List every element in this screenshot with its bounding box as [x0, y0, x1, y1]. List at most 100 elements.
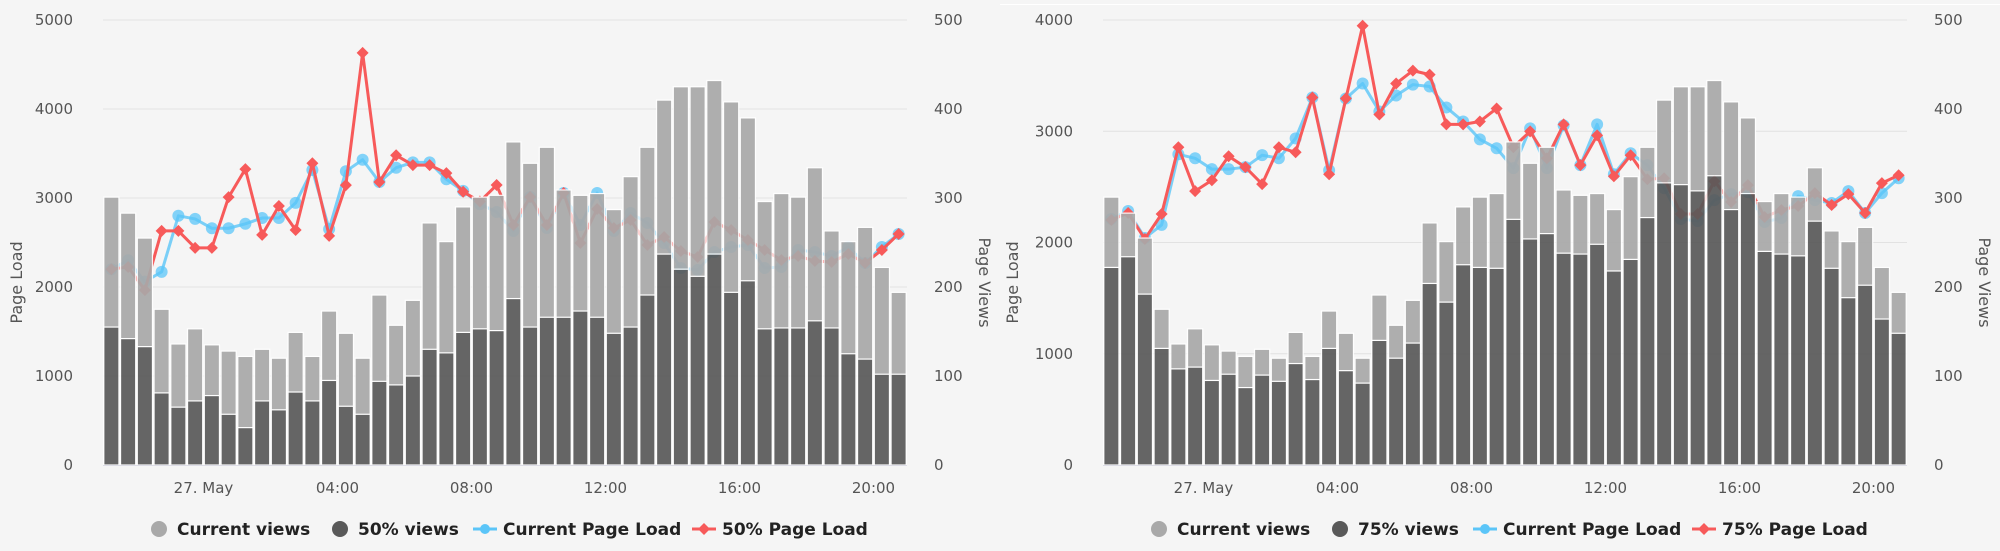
- pct-views-bar[interactable]: [1689, 190, 1706, 466]
- pct-views-bar[interactable]: [1789, 255, 1807, 466]
- pct-views-bar[interactable]: [421, 348, 438, 466]
- pct-views-bar[interactable]: [773, 327, 790, 466]
- pct-views-bar[interactable]: [823, 327, 840, 466]
- pct-views-bar[interactable]: [1588, 243, 1606, 466]
- pct-views-bar[interactable]: [1136, 293, 1154, 466]
- pct-views-bar[interactable]: [873, 373, 891, 466]
- current-page-load-point[interactable]: [1490, 142, 1503, 155]
- pct-views-bar[interactable]: [1454, 264, 1472, 466]
- pct-views-bar[interactable]: [806, 320, 824, 466]
- legend-item[interactable]: Current views: [1151, 520, 1310, 540]
- current-page-load-point[interactable]: [1256, 149, 1269, 162]
- pct-views-bar[interactable]: [354, 413, 371, 466]
- pct-views-bar[interactable]: [387, 384, 405, 466]
- pct-views-bar[interactable]: [1371, 339, 1388, 466]
- pct-views-bar[interactable]: [237, 427, 254, 466]
- legend-item[interactable]: 50% Page Load: [692, 520, 868, 540]
- pct-views-bar[interactable]: [1856, 284, 1874, 466]
- pct-views-bar[interactable]: [1270, 380, 1288, 466]
- pct-views-bar[interactable]: [1555, 252, 1572, 466]
- current-page-load-point[interactable]: [1591, 118, 1604, 131]
- pct-views-bar[interactable]: [1186, 366, 1204, 466]
- pct-views-bar[interactable]: [1153, 347, 1170, 466]
- pct-views-bar[interactable]: [1421, 282, 1438, 466]
- current-page-load-point[interactable]: [189, 212, 202, 225]
- pct-views-bar[interactable]: [1220, 373, 1237, 466]
- pct-views-bar[interactable]: [203, 394, 221, 466]
- pct-views-bar[interactable]: [505, 297, 522, 466]
- pct-views-bar[interactable]: [1170, 368, 1187, 466]
- pct-views-bar[interactable]: [1655, 182, 1673, 466]
- pct-views-bar[interactable]: [153, 392, 170, 466]
- pct-views-bar[interactable]: [1773, 253, 1790, 466]
- pct-views-bar[interactable]: [1471, 266, 1489, 466]
- pct-views-bar[interactable]: [1890, 332, 1907, 466]
- pct-views-bar[interactable]: [856, 358, 874, 466]
- pct-views-bar[interactable]: [1488, 267, 1505, 466]
- current-page-load-point[interactable]: [155, 265, 168, 278]
- pct-views-bar[interactable]: [371, 380, 388, 466]
- pct-views-bar[interactable]: [270, 409, 288, 466]
- pct-page-load-point[interactable]: [256, 228, 269, 241]
- legend-item[interactable]: 75% views: [1332, 520, 1459, 540]
- pct-views-bar[interactable]: [672, 268, 690, 466]
- current-page-load-point[interactable]: [1406, 78, 1419, 91]
- current-page-load-point[interactable]: [289, 196, 302, 209]
- pct-views-bar[interactable]: [1320, 347, 1338, 466]
- pct-views-bar[interactable]: [1304, 378, 1321, 466]
- pct-views-bar[interactable]: [1873, 318, 1891, 466]
- pct-views-bar[interactable]: [538, 316, 556, 466]
- pct-page-load-point[interactable]: [356, 46, 369, 59]
- legend-item[interactable]: Current Page Load: [473, 520, 681, 540]
- pct-views-bar[interactable]: [1521, 238, 1539, 466]
- pct-views-bar[interactable]: [170, 406, 187, 466]
- pct-views-bar[interactable]: [1639, 216, 1656, 466]
- current-page-load-point[interactable]: [1189, 152, 1202, 165]
- current-page-load-point[interactable]: [239, 217, 252, 230]
- pct-views-bar[interactable]: [454, 331, 472, 466]
- pct-views-bar[interactable]: [605, 332, 623, 466]
- legend-item[interactable]: 75% Page Load: [1692, 520, 1868, 540]
- pct-views-bar[interactable]: [438, 352, 455, 466]
- legend-item[interactable]: Current views: [151, 520, 310, 540]
- pct-page-load-point[interactable]: [1423, 68, 1436, 81]
- pct-views-bar[interactable]: [136, 346, 154, 466]
- current-page-load-point[interactable]: [1222, 163, 1235, 176]
- current-page-load-point[interactable]: [1473, 133, 1486, 146]
- pct-views-bar[interactable]: [572, 310, 589, 466]
- pct-page-load-point[interactable]: [1875, 177, 1888, 190]
- pct-views-bar[interactable]: [1739, 192, 1757, 466]
- pct-views-bar[interactable]: [1823, 267, 1840, 466]
- pct-page-load-point[interactable]: [155, 224, 168, 237]
- pct-views-bar[interactable]: [1672, 184, 1690, 466]
- pct-views-bar[interactable]: [1722, 208, 1740, 466]
- pct-views-bar[interactable]: [103, 326, 120, 466]
- pct-views-bar[interactable]: [1237, 386, 1254, 466]
- pct-page-load-point[interactable]: [1289, 146, 1302, 159]
- pct-views-bar[interactable]: [337, 405, 355, 466]
- pct-views-bar[interactable]: [722, 291, 740, 466]
- pct-views-bar[interactable]: [488, 330, 505, 466]
- pct-views-bar[interactable]: [555, 316, 572, 466]
- pct-views-bar[interactable]: [1354, 382, 1371, 466]
- pct-views-bar[interactable]: [220, 413, 237, 466]
- pct-views-bar[interactable]: [1404, 342, 1422, 466]
- pct-page-load-point[interactable]: [1356, 19, 1369, 32]
- legend-item[interactable]: 50% views: [332, 520, 459, 540]
- pct-views-bar[interactable]: [1756, 250, 1773, 466]
- pct-views-bar[interactable]: [1253, 374, 1271, 466]
- pct-views-bar[interactable]: [1387, 357, 1405, 466]
- pct-views-bar[interactable]: [1538, 233, 1556, 466]
- pct-views-bar[interactable]: [1605, 270, 1623, 466]
- pct-views-bar[interactable]: [186, 400, 204, 466]
- pct-views-bar[interactable]: [1203, 379, 1221, 466]
- legend-item[interactable]: Current Page Load: [1473, 520, 1681, 540]
- pct-views-bar[interactable]: [1840, 297, 1857, 466]
- pct-views-bar[interactable]: [404, 375, 422, 466]
- pct-views-bar[interactable]: [1103, 266, 1120, 466]
- pct-views-bar[interactable]: [119, 338, 137, 466]
- pct-page-load-point[interactable]: [205, 241, 218, 254]
- pct-views-bar[interactable]: [689, 275, 706, 466]
- pct-views-bar[interactable]: [1806, 220, 1824, 466]
- pct-views-bar[interactable]: [840, 353, 857, 466]
